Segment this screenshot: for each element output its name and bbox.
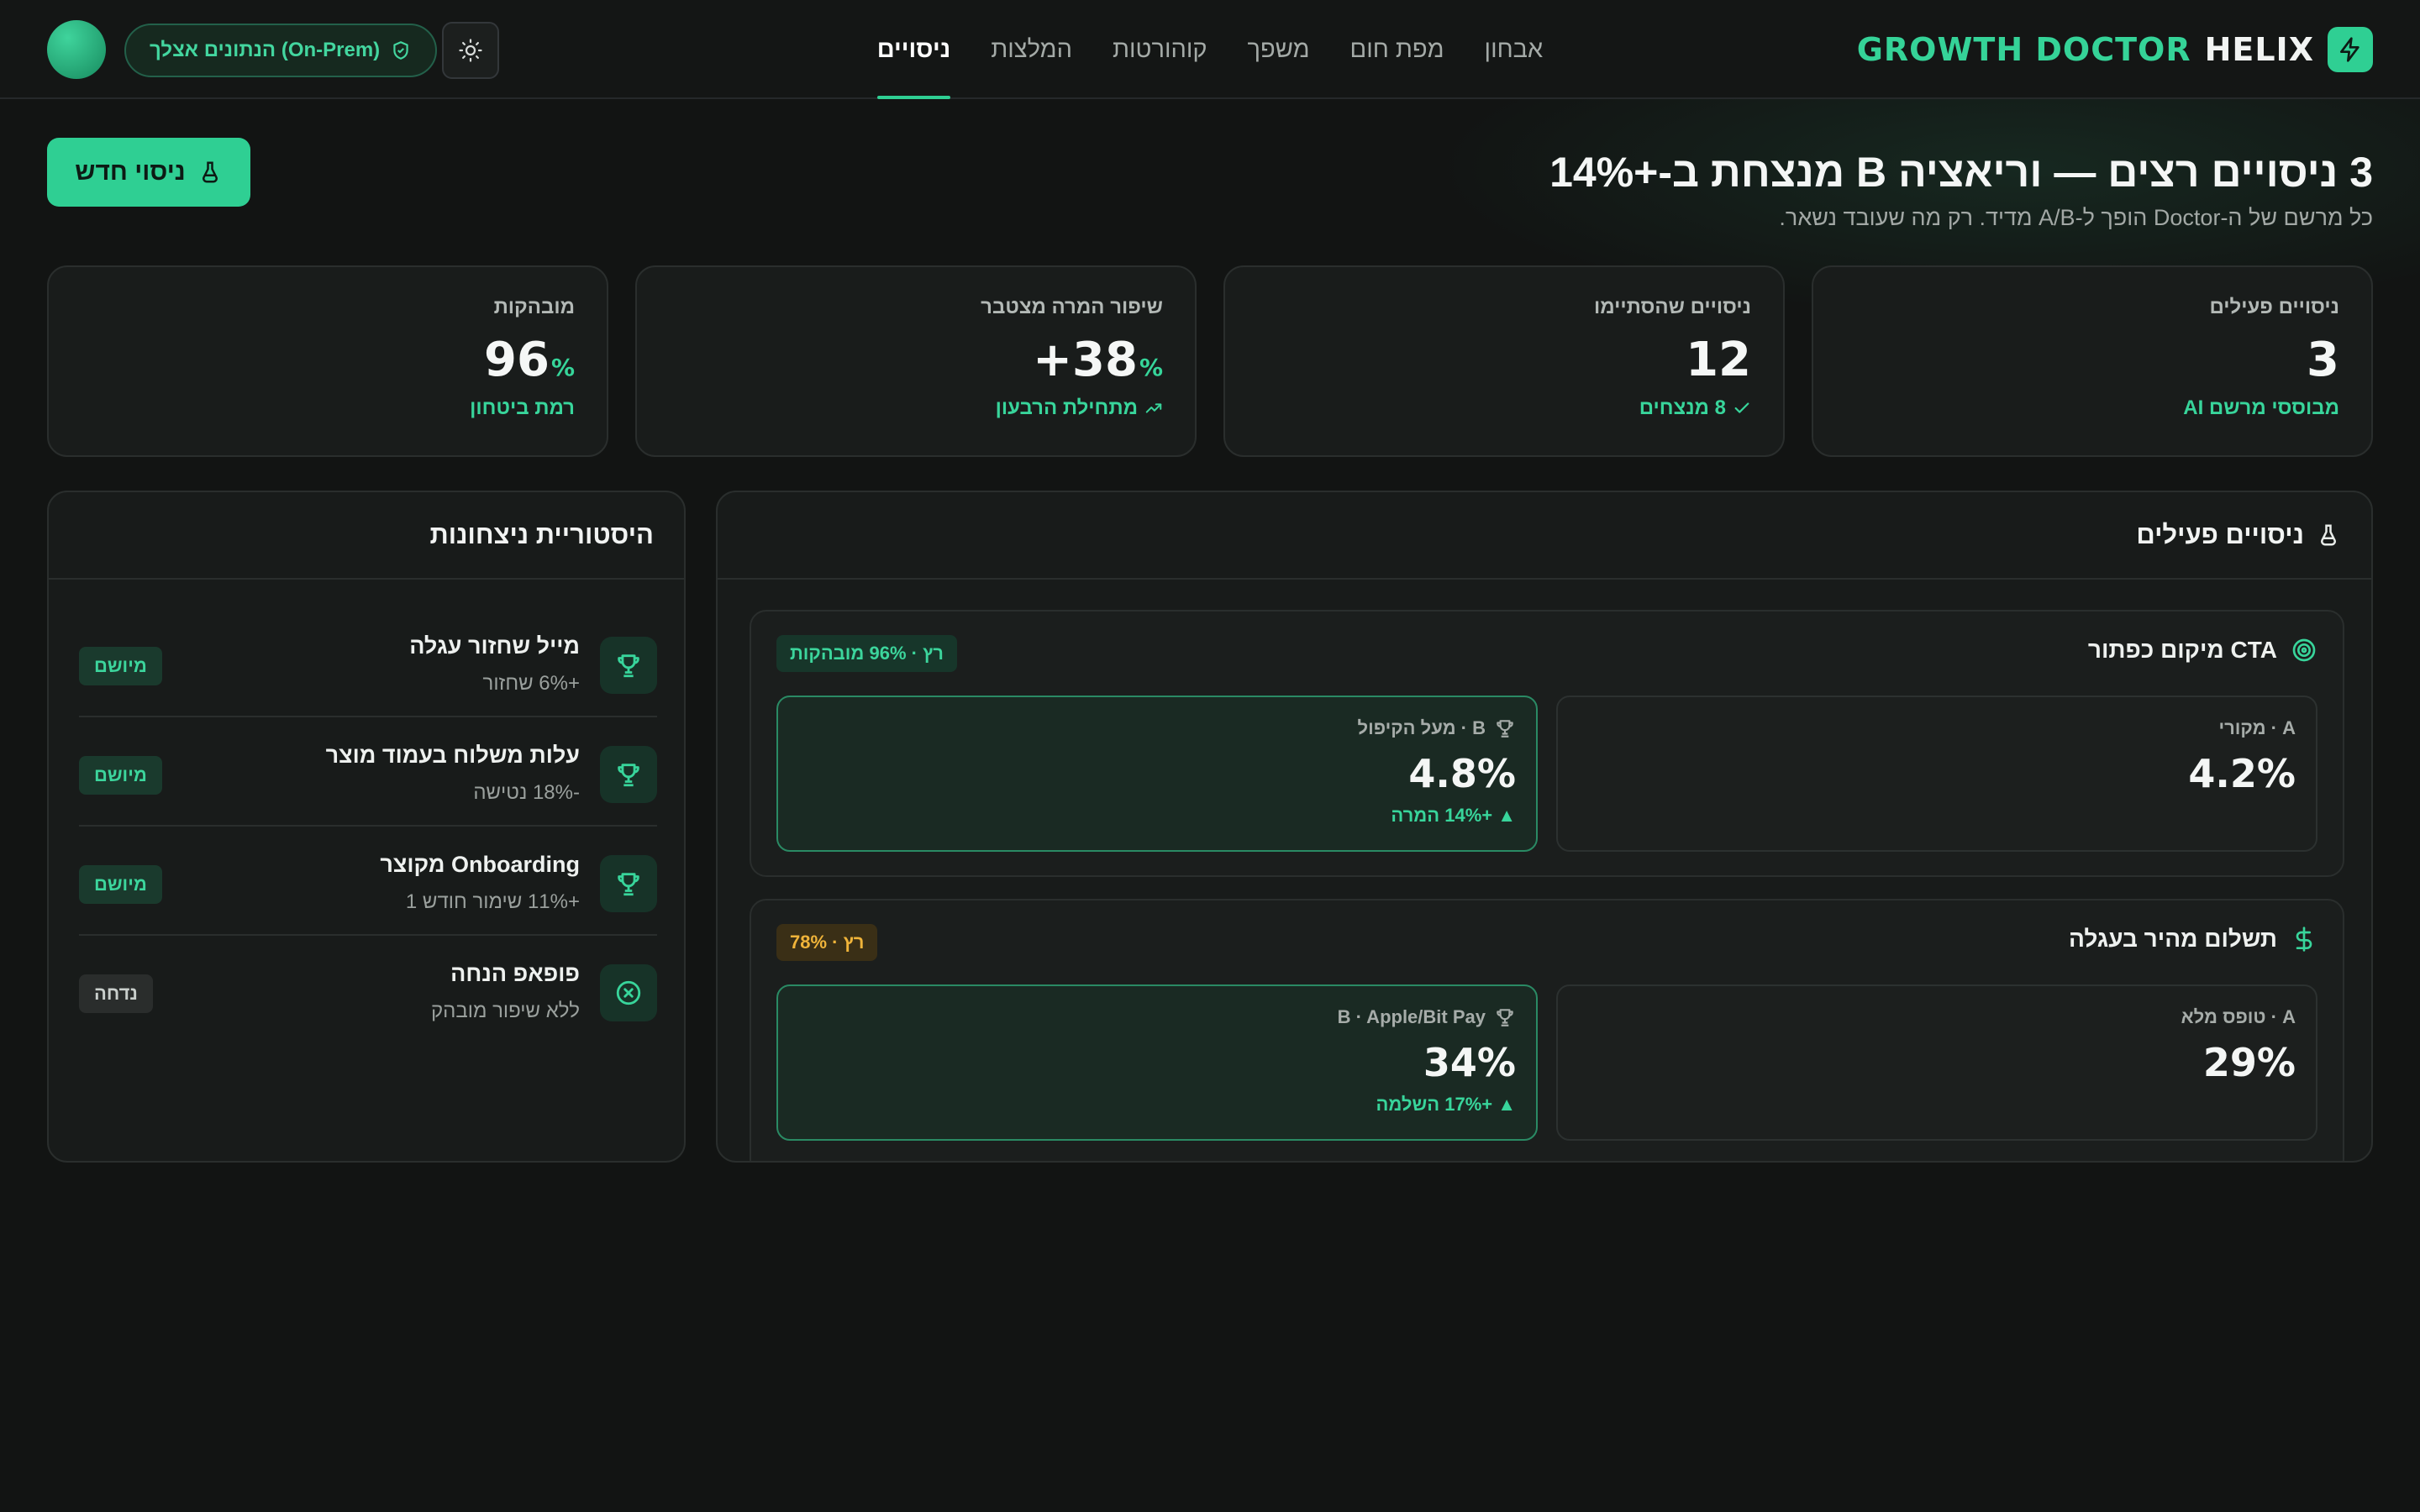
kpi-label: מובהקות (493, 296, 575, 318)
variant-label: B · Apple/Bit Pay (798, 1006, 1516, 1028)
experiment-card-cta[interactable]: מיקום כפתור CTA רץ · 96% מובהקות A · מקו… (750, 610, 2344, 877)
history-item[interactable]: Onboarding מקוצר +11% שימור חודש 1 מיושם (79, 827, 657, 936)
experiment-title: מיקום כפתור CTA (2088, 637, 2317, 664)
kpi-foot: מתחילת הרבעון (669, 396, 1163, 420)
experiment-title: תשלום מהיר בעגלה (2069, 926, 2317, 953)
variant-a-card[interactable]: A · טופס מלא 29% (1556, 984, 2317, 1141)
brand-logo[interactable]: HELIX GROWTH DOCTOR (1857, 25, 2373, 74)
top-bar: HELIX GROWTH DOCTOR אבחון מפת חום משפך ק… (0, 0, 2420, 99)
variant-label: A · טופס מלא (2181, 1006, 2296, 1027)
nav-item-recommendations[interactable]: המלצות (991, 0, 1072, 99)
history-title: עלות משלוח בעמוד מוצר (325, 743, 580, 768)
kpi-value: 96% (484, 333, 575, 387)
kpi-value: 3 (2307, 333, 2339, 387)
history-item[interactable]: פופאפ הנחה ללא שיפור מובהק נדחה (79, 936, 657, 1045)
history-result: +6% שחזור (482, 672, 581, 695)
kpi-value: +38% (1033, 333, 1163, 387)
kpi-card-conversion: שיפור המרה מצטבר +38% מתחילת הרבעון (635, 265, 1197, 457)
status-badge: רץ · 78% (776, 924, 878, 961)
shield-check-icon (393, 41, 408, 60)
brand-name-primary: HELIX (2204, 31, 2314, 68)
history-result: +11% שימור חודש 1 (405, 890, 580, 913)
nav-item-funnel[interactable]: משפך (1248, 0, 1310, 99)
panel-title: היסטוריית ניצחונות (429, 520, 654, 549)
theme-toggle-button[interactable] (442, 22, 499, 79)
variant-lift: ▲ +17% השלמה (1376, 1094, 1516, 1115)
kpi-card-active: ניסויים פעילים 3 מבוססי מרשם AI (1812, 265, 2373, 457)
variant-b-card[interactable]: B · מעל הקיפול 4.8% ▲ +14% המרה (776, 696, 1538, 852)
check-icon (1734, 402, 1749, 413)
history-title: מייל שחזור עגלה (409, 633, 580, 659)
sun-icon (459, 39, 482, 62)
variant-label: A · מקורי (2218, 717, 2296, 738)
active-experiments-panel: ניסויים פעילים מיקום כפתור CTA רץ · 96% … (716, 491, 2373, 1163)
trophy-icon (600, 637, 657, 694)
avatar[interactable] (47, 20, 106, 79)
flask-icon (2321, 524, 2336, 546)
brand-name-secondary: GROWTH DOCTOR (1856, 31, 2191, 68)
trophy-icon (600, 746, 657, 803)
kpi-label: ניסויים שהסתיימו (1593, 296, 1751, 318)
panel-header: ניסויים פעילים (718, 492, 2371, 580)
history-title: פופאפ הנחה (450, 961, 580, 986)
variant-lift: ▲ +14% המרה (1391, 805, 1516, 826)
panel-header: היסטוריית ניצחונות (49, 492, 684, 580)
kpi-label: ניסויים פעילים (2209, 296, 2339, 318)
variant-value: 4.8% (1408, 751, 1516, 796)
variant-value: 34% (1423, 1040, 1516, 1085)
new-experiment-label: ניסוי חדש (75, 158, 186, 186)
nav-item-experiments[interactable]: ניסויים (876, 0, 951, 99)
history-result: -18% נטישה (473, 781, 580, 804)
main-nav: אבחון מפת חום משפך קוהורטות המלצות ניסוי… (874, 0, 1546, 99)
history-result: ללא שיפור מובהק (430, 1000, 580, 1022)
onprem-badge[interactable]: הנתונים אצלך (On-Prem) (124, 24, 438, 77)
nav-item-diagnosis[interactable]: אבחון (1485, 0, 1544, 99)
history-item[interactable]: עלות משלוח בעמוד מוצר -18% נטישה מיושם (79, 717, 657, 827)
trophy-icon (1497, 720, 1513, 738)
kpi-card-significance: מובהקות 96% רמת ביטחון (47, 265, 608, 457)
kpi-foot: מבוססי מרשם AI (2183, 396, 2339, 419)
lightning-icon (2328, 27, 2373, 72)
experiment-card-quick-checkout[interactable]: תשלום מהיר בעגלה רץ · 78% A · טופס מלא 2… (750, 899, 2344, 1161)
target-icon (2292, 638, 2316, 662)
trophy-icon (600, 855, 657, 912)
variant-label: B · מעל הקיפול (798, 717, 1516, 739)
nav-item-heatmap[interactable]: מפת חום (1350, 0, 1444, 99)
variant-a-card[interactable]: A · מקורי 4.2% (1556, 696, 2317, 852)
kpi-value: 12 (1686, 333, 1751, 387)
status-badge: מיושם (79, 647, 162, 685)
flask-icon (202, 161, 218, 183)
dollar-icon (2296, 927, 2312, 952)
status-badge: מיושם (79, 756, 162, 795)
status-badge: רץ · 96% מובהקות (776, 635, 957, 672)
win-history-panel: היסטוריית ניצחונות מייל שחזור עגלה +6% ש… (47, 491, 686, 1163)
nav-item-cohorts[interactable]: קוהורטות (1113, 0, 1207, 99)
kpi-card-completed: ניסויים שהסתיימו 12 8 מנצחים (1223, 265, 1785, 457)
history-title: Onboarding מקוצר (380, 852, 580, 877)
kpi-foot: רמת ביטחון (470, 396, 575, 419)
panel-title: ניסויים פעילים (2136, 520, 2304, 549)
variant-value: 29% (2202, 1040, 2296, 1085)
new-experiment-button[interactable]: ניסוי חדש (47, 138, 250, 207)
variant-b-card[interactable]: B · Apple/Bit Pay 34% ▲ +17% השלמה (776, 984, 1538, 1141)
x-circle-icon (600, 964, 657, 1021)
variant-value: 4.2% (2188, 751, 2296, 796)
status-badge: מיושם (79, 865, 162, 904)
kpi-label: שיפור המרה מצטבר (981, 296, 1163, 318)
trophy-icon (1497, 1009, 1513, 1026)
kpi-foot: 8 מנצחים (1257, 396, 1751, 420)
status-badge: נדחה (79, 974, 153, 1013)
onprem-label: הנתונים אצלך (On-Prem) (150, 39, 381, 61)
page-subtitle: כל מרשם של ה-Doctor הופך ל-A/B מדיד. רק … (1779, 205, 2373, 230)
page-title: 3 ניסויים רצים — וריאציה B מנצחת ב-+14% (1549, 149, 2373, 196)
history-item[interactable]: מייל שחזור עגלה +6% שחזור מיושם (79, 608, 657, 717)
trending-up-icon (1145, 403, 1162, 413)
